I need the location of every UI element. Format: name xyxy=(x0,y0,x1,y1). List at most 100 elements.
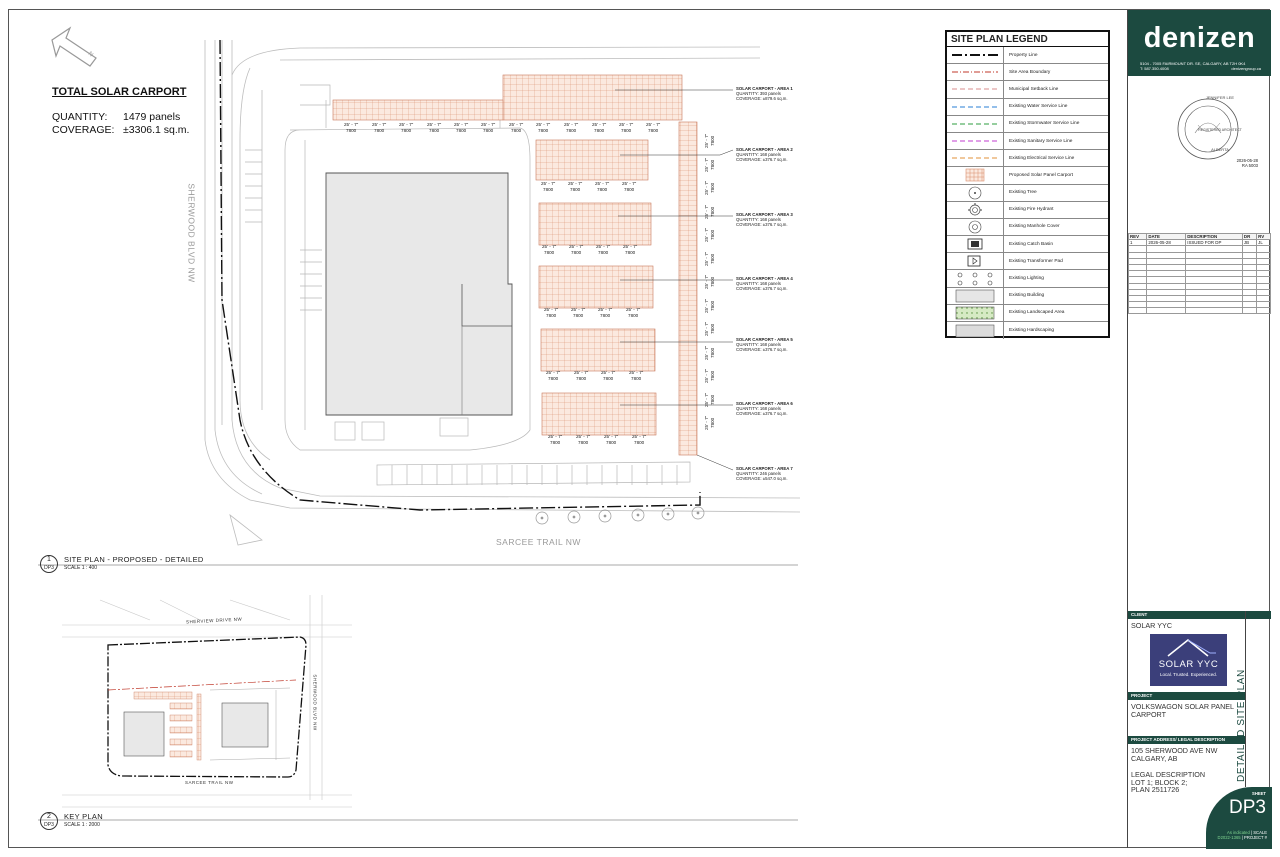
dimension-label: 25' - 7" 7800 xyxy=(564,122,578,134)
dimension-label: 25' - 7" 7800 xyxy=(704,392,716,406)
dimension-feet: 25' - 7" xyxy=(704,415,709,430)
legend-item: Existing Transformer Pad xyxy=(947,253,1108,271)
area-note-7: SOLAR CARPORT - AREA 7 QUANTITY: 246 pan… xyxy=(736,466,793,481)
dimension-mm: 7800 xyxy=(710,182,715,193)
firm-website: denizengroup.ca xyxy=(1231,66,1261,71)
dimension-mm: 7800 xyxy=(710,394,715,405)
dimension-mm: 7800 xyxy=(710,276,715,287)
fire-hydrant-icon xyxy=(947,201,1004,218)
solar-carport-area-5 xyxy=(540,328,656,372)
area-3-coverage: COVERAGE: ±376.7 sq.m. xyxy=(736,222,788,227)
legend-item-label: Existing Building xyxy=(1009,293,1045,299)
sanitary-line-icon xyxy=(947,132,1004,150)
catch-basin-icon xyxy=(947,236,1004,253)
solar-carport-area-6 xyxy=(541,392,657,436)
key-plan-number: 2 xyxy=(47,813,51,820)
area-6-coverage: COVERAGE: ±376.7 sq.m. xyxy=(736,411,788,416)
dimension-feet: 25' - 7" xyxy=(704,180,709,195)
total-title: TOTAL SOLAR CARPORT xyxy=(52,86,187,98)
dimension-feet: 25' - 7" xyxy=(601,370,616,375)
legend-item-label: Existing Stormwater Service Line xyxy=(1009,121,1080,127)
dimension-mm: 7800 xyxy=(710,229,715,240)
dimension-mm: 7800 xyxy=(548,376,559,381)
legal-description: LEGAL DESCRIPTION LOT 1; BLOCK 2; PLAN 2… xyxy=(1131,771,1205,794)
dimension-mm: 7800 xyxy=(603,376,614,381)
firm-phone: T: 587.350.4008 xyxy=(1140,66,1169,71)
dimension-label: 25' - 7" 7800 xyxy=(704,298,716,312)
legend-item: Existing Hardscaping xyxy=(947,322,1108,340)
dimension-label: 25' - 7" 7800 xyxy=(544,307,558,319)
key-plan-scale: SCALE 1 : 2000 xyxy=(64,822,100,828)
dimension-feet: 25' - 7" xyxy=(536,122,551,127)
dimension-feet: 25' - 7" xyxy=(542,244,557,249)
dimension-mm: 7800 xyxy=(571,250,582,255)
legend-item: Existing Tree xyxy=(947,184,1108,202)
legend-item-label: Existing Lighting xyxy=(1009,276,1044,282)
dimension-mm: 7800 xyxy=(374,128,385,133)
dimension-mm: 7800 xyxy=(600,313,611,318)
stamp-title: REGISTERED ARCHITECT xyxy=(1198,128,1242,132)
dimension-mm: 7800 xyxy=(456,128,467,133)
revision-rows: 1 2026-05-28 ISSUED FOR DP JB JL xyxy=(1127,239,1271,315)
dimension-label: 25' - 7" 7800 xyxy=(704,134,716,148)
dimension-mm: 7800 xyxy=(710,347,715,358)
dimension-mm: 7800 xyxy=(710,323,715,334)
dimension-label: 25' - 7" 7800 xyxy=(598,307,612,319)
dimension-feet: 25' - 7" xyxy=(626,307,641,312)
legend-item: Existing Water Service Line xyxy=(947,98,1108,116)
key-road-label-sherwood: SHERWOOD BLVD NW xyxy=(312,674,318,731)
dimension-feet: 25' - 7" xyxy=(574,370,589,375)
dimension-label: 25' - 7" 7800 xyxy=(571,307,585,319)
dimension-label: 25' - 7" 7800 xyxy=(542,244,556,256)
dimension-label: 25' - 7" 7800 xyxy=(704,322,716,336)
dimension-mm: 7800 xyxy=(634,440,645,445)
dimension-feet: 25' - 7" xyxy=(454,122,469,127)
north-arrow-icon xyxy=(51,26,97,67)
dimension-feet: 25' - 7" xyxy=(629,370,644,375)
dimension-feet: 25' - 7" xyxy=(541,181,556,186)
hardscape-icon xyxy=(947,322,1004,340)
dimension-feet: 25' - 7" xyxy=(622,181,637,186)
dimension-feet: 25' - 7" xyxy=(646,122,661,127)
key-plan-sheet-ref: DP3 xyxy=(44,822,54,828)
dimension-mm: 7800 xyxy=(546,313,557,318)
title-block: denizen 5104 - 7005 FAIRMOUNT DR. SE, CA… xyxy=(1127,10,1272,849)
dimension-label: 25' - 7" 7800 xyxy=(632,434,646,446)
dimension-feet: 25' - 7" xyxy=(568,181,583,186)
dimension-feet: 25' - 7" xyxy=(569,244,584,249)
dimension-feet: 25' - 7" xyxy=(704,204,709,219)
dimension-label: 25' - 7" 7800 xyxy=(372,122,386,134)
client-name: SOLAR YYC xyxy=(1131,621,1173,630)
dimension-feet: 25' - 7" xyxy=(596,244,611,249)
dimension-label: 25' - 7" 7800 xyxy=(601,370,615,382)
dimension-mm: 7800 xyxy=(710,417,715,428)
sheet-scale-info: As indicated | SCALE D2022-1365 | PROJEC… xyxy=(1217,830,1267,840)
road-label-sherwood: SHERWOOD BLVD NW xyxy=(186,183,197,283)
project-number: D2022-1365 xyxy=(1217,835,1241,840)
dimension-label: 25' - 7" 7800 xyxy=(399,122,413,134)
area-7-coverage: COVERAGE: ±547.0 sq.m. xyxy=(736,476,788,481)
dimension-label: 25' - 7" 7800 xyxy=(546,370,560,382)
legend-item-label: Existing Transformer Pad xyxy=(1009,258,1063,264)
dimension-label: 25' - 7" 7800 xyxy=(568,181,582,193)
revision-cell-empty xyxy=(1256,307,1271,315)
dimension-mm: 7800 xyxy=(576,376,587,381)
dimension-mm: 7800 xyxy=(578,440,589,445)
dimension-feet: 25' - 7" xyxy=(604,434,619,439)
dimension-mm: 7800 xyxy=(543,187,554,192)
legend-item: Site Area Boundary xyxy=(947,64,1108,82)
area-note-2: SOLAR CARPORT - AREA 2 QUANTITY: 168 pan… xyxy=(736,147,793,162)
dimension-label: 25' - 7" 7800 xyxy=(704,345,716,359)
legend-item: Existing Electrical Service Line xyxy=(947,150,1108,168)
solar-carport-area-2 xyxy=(535,139,649,181)
dimension-label: 25' - 7" 7800 xyxy=(619,122,633,134)
dimension-feet: 25' - 7" xyxy=(704,274,709,289)
house-roof-icon xyxy=(1167,638,1216,657)
revision-cell-empty xyxy=(1241,307,1258,315)
key-plan-callout: 2 DP3 xyxy=(40,812,58,830)
tree-icon xyxy=(947,184,1004,201)
dimension-feet: 25' - 7" xyxy=(372,122,387,127)
legend-item: Existing Stormwater Service Line xyxy=(947,115,1108,133)
dimension-mm: 7800 xyxy=(594,128,605,133)
transformer-icon xyxy=(947,253,1004,270)
